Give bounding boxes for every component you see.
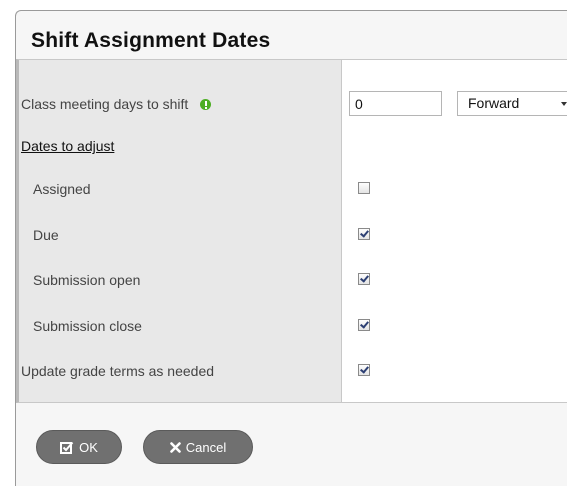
assigned-checkbox[interactable] <box>358 182 370 194</box>
direction-select[interactable]: Forward <box>457 91 567 116</box>
ok-button[interactable]: OK <box>36 430 122 464</box>
submission-open-checkbox[interactable] <box>358 273 370 285</box>
ok-button-label: OK <box>79 439 98 455</box>
update-grade-terms-label: Update grade terms as needed <box>21 363 215 379</box>
assigned-label: Assigned <box>33 181 91 197</box>
direction-selected-value: Forward <box>468 95 520 111</box>
submission-open-label: Submission open <box>33 272 141 288</box>
shift-days-input[interactable] <box>349 91 442 116</box>
chevron-down-icon <box>561 102 567 106</box>
dialog-title: Shift Assignment Dates <box>31 29 271 52</box>
due-label: Due <box>33 227 59 243</box>
shift-days-label-text: Class meeting days to shift <box>21 96 189 112</box>
check-square-icon <box>60 441 74 454</box>
due-checkbox[interactable] <box>358 228 370 240</box>
submission-close-label: Submission close <box>33 318 142 334</box>
x-icon <box>169 441 181 453</box>
help-exclamation-icon[interactable] <box>200 99 212 110</box>
update-grade-terms-checkbox[interactable] <box>358 364 370 376</box>
submission-close-checkbox[interactable] <box>358 319 370 331</box>
dates-to-adjust-label: Dates to adjust <box>21 138 115 154</box>
shift-days-label: Class meeting days to shift <box>21 96 212 112</box>
cancel-button[interactable]: Cancel <box>143 430 253 464</box>
cancel-button-label: Cancel <box>185 439 227 455</box>
